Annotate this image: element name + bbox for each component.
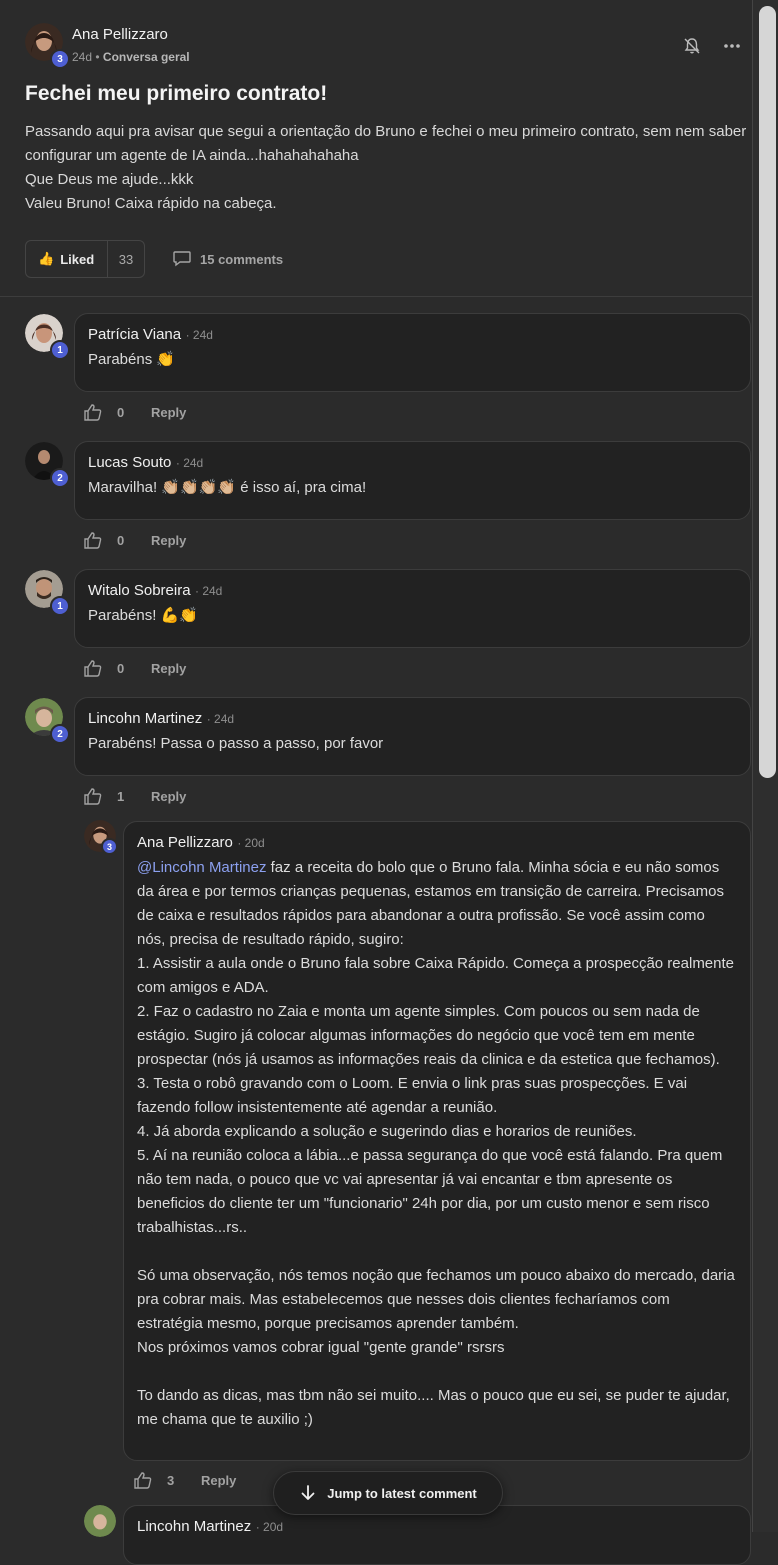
comment-actions: 0 Reply [83, 403, 186, 422]
level-badge: 2 [50, 724, 70, 744]
level-badge: 2 [50, 468, 70, 488]
post-author-avatar[interactable]: 3 [25, 23, 70, 69]
reply-time: · 20d [237, 836, 265, 850]
comment-text: Parabéns! Passa o passo a passo, por fav… [88, 735, 384, 752]
comment-actions: 1 Reply [83, 787, 186, 806]
reply-step: 2. Faz o cadastro no Zaia e monta um age… [137, 1003, 720, 1068]
comment-author[interactable]: Patrícia Viana [88, 326, 181, 343]
thumbs-up-icon[interactable] [83, 787, 103, 806]
level-badge: 3 [50, 49, 70, 69]
next-reply-author[interactable]: Lincohn Martinez [137, 1518, 251, 1535]
like-count[interactable]: 33 [108, 252, 144, 267]
comments-button[interactable]: 15 comments [172, 250, 283, 268]
post-title: Fechei meu primeiro contrato! [25, 82, 328, 105]
comment-like-count: 0 [117, 405, 125, 420]
thumbs-up-icon: 👍 [38, 251, 55, 266]
level-badge: 1 [50, 596, 70, 616]
comment-bubble: Patrícia Viana · 24d Parabéns 👏 [74, 313, 751, 392]
thumbs-up-icon[interactable] [83, 659, 103, 678]
thumbs-up-icon[interactable] [83, 403, 103, 422]
reply-paragraph: Nos próximos vamos cobrar igual "gente g… [137, 1339, 505, 1356]
comment-bubble: Lincohn Martinez · 24d Parabéns! Passa o… [74, 697, 751, 776]
comment-bubble: Witalo Sobreira · 24d Parabéns! 💪👏 [74, 569, 751, 648]
post-author-name[interactable]: Ana Pellizzaro [72, 26, 168, 43]
reply-button[interactable]: Reply [151, 789, 186, 804]
reply-step: 5. Aí na reunião coloca a lábia...e pass… [137, 1147, 723, 1236]
comment-author[interactable]: Witalo Sobreira [88, 582, 191, 599]
comment-like-count: 0 [117, 661, 125, 676]
comment-time: · 24d [206, 712, 235, 726]
comments-count-label: 15 comments [200, 251, 284, 267]
post-body-line: Passando aqui pra avisar que segui a ori… [25, 123, 747, 164]
mention-link[interactable]: @Lincohn Martinez [137, 859, 266, 876]
comment-like-count: 0 [117, 533, 125, 548]
reply-button[interactable]: Reply [151, 533, 186, 548]
commenter-avatar[interactable]: 2 [25, 698, 70, 744]
thumbs-up-icon[interactable] [83, 531, 103, 550]
post-body-line: Que Deus me ajude...kkk [25, 171, 194, 188]
comment-bubble: Lucas Souto · 24d Maravilha! 👏🏼👏🏼👏🏼👏🏼 é … [74, 441, 751, 520]
reply-like-count: 3 [167, 1473, 175, 1488]
comment-actions: 0 Reply [83, 531, 186, 550]
reply-bubble: Ana Pellizzaro · 20d @Lincohn Martinez f… [123, 821, 751, 1461]
like-toggle[interactable]: 👍 Liked [26, 241, 108, 277]
level-badge: 1 [50, 340, 70, 360]
comment-text: Parabéns 👏 [88, 351, 176, 368]
meta-separator: • [95, 50, 100, 64]
arrow-down-icon [301, 1485, 315, 1500]
comment-actions: 0 Reply [83, 659, 186, 678]
mute-notifications-icon[interactable] [682, 36, 702, 56]
reply-paragraph: Só uma observação, nós temos noção que f… [137, 1267, 735, 1332]
jump-label: Jump to latest comment [327, 1485, 477, 1501]
thumbs-up-icon[interactable] [133, 1471, 153, 1490]
commenter-avatar[interactable]: 1 [25, 570, 70, 616]
next-reply-avatar[interactable] [84, 1505, 116, 1537]
reply-button[interactable]: Reply [151, 405, 186, 420]
reply-button[interactable]: Reply [201, 1473, 236, 1488]
commenter-avatar[interactable]: 1 [25, 314, 70, 360]
comment-author[interactable]: Lucas Souto [88, 454, 171, 471]
scrollbar-thumb[interactable] [759, 6, 776, 778]
reply-button[interactable]: Reply [151, 661, 186, 676]
post-body-line: Valeu Bruno! Caixa rápido na cabeça. [25, 195, 277, 212]
post-time: 24d [72, 50, 93, 64]
avatar-image [84, 1505, 116, 1537]
comment-author[interactable]: Lincohn Martinez [88, 710, 202, 727]
divider [0, 296, 752, 297]
more-options-icon[interactable] [722, 36, 742, 56]
reply-author[interactable]: Ana Pellizzaro [137, 834, 233, 851]
comment-time: · 24d [185, 328, 213, 342]
comment-time: · 24d [195, 584, 223, 598]
reply-text: @Lincohn Martinez faz a receita do bolo … [137, 856, 737, 1432]
post-channel[interactable]: Conversa geral [103, 50, 190, 64]
like-button[interactable]: 👍 Liked 33 [25, 240, 145, 278]
post-body: Passando aqui pra avisar que segui a ori… [25, 120, 747, 216]
post-meta: 24d • Conversa geral [72, 50, 190, 64]
comment-time: · 24d [175, 456, 204, 470]
level-badge: 3 [101, 838, 118, 855]
jump-to-latest-button[interactable]: Jump to latest comment [273, 1471, 503, 1515]
commenter-avatar[interactable]: 2 [25, 442, 70, 488]
reply-step: 1. Assistir a aula onde o Bruno fala sob… [137, 955, 735, 996]
reply-step: 4. Já aborda explicando a solução e suge… [137, 1123, 637, 1140]
reply-paragraph: To dando as dicas, mas tbm não sei muito… [137, 1387, 730, 1428]
comment-icon [173, 251, 191, 267]
comment-like-count: 1 [117, 789, 125, 804]
liked-label: Liked [60, 251, 95, 267]
comment-text: Parabéns! 💪👏 [88, 607, 198, 624]
reply-actions: 3 Reply [133, 1471, 236, 1490]
comment-text: Maravilha! 👏🏼👏🏼👏🏼👏🏼 é isso aí, pra cima! [88, 479, 367, 496]
reply-step: 3. Testa o robô gravando com o Loom. E e… [137, 1075, 688, 1116]
reply-author-avatar[interactable]: 3 [84, 820, 118, 855]
